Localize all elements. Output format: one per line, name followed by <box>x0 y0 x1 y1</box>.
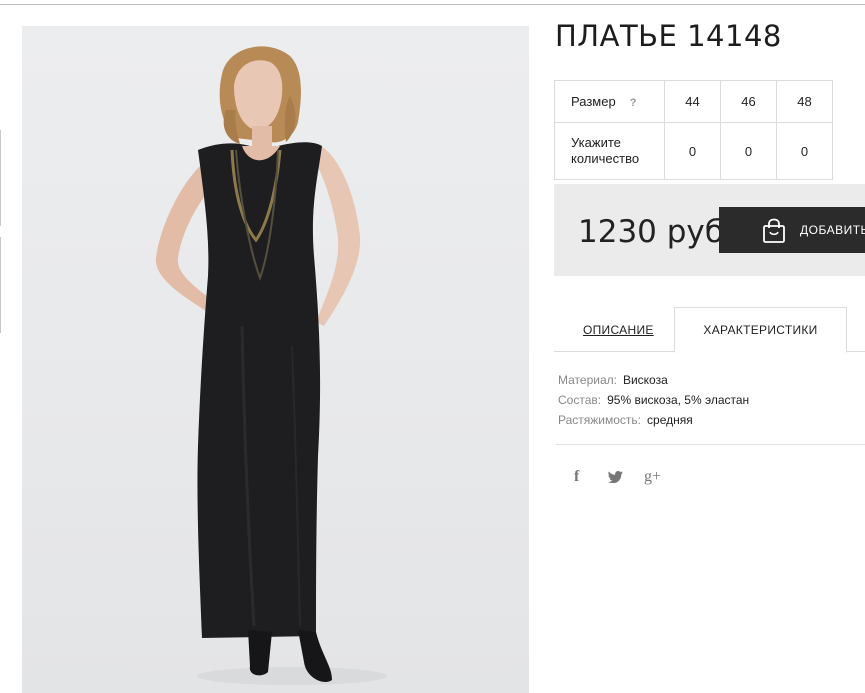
size-44: 44 <box>664 80 721 123</box>
tabs-baseline <box>554 351 675 352</box>
dress-model-image <box>155 46 387 685</box>
size-46: 46 <box>720 80 777 123</box>
spec-key: Материал: <box>558 373 617 387</box>
spec-row-composition: Состав: 95% вискоза, 5% эластан <box>558 390 749 410</box>
shopping-bag-icon <box>763 218 785 243</box>
spec-value: средняя <box>647 413 693 427</box>
spec-row-material: Материал: Вискоза <box>558 370 749 390</box>
price-panel: 1230 руб ДОБАВИТЬ <box>554 184 865 276</box>
tab-description[interactable]: ОПИСАНИЕ <box>583 323 654 337</box>
product-title: ПЛАТЬЕ 14148 <box>555 19 782 53</box>
add-to-cart-label: ДОБАВИТЬ <box>800 223 865 237</box>
product-price: 1230 руб <box>578 214 724 250</box>
help-icon[interactable]: ? <box>630 97 637 109</box>
twitter-icon[interactable] <box>608 471 623 483</box>
facebook-icon[interactable]: f <box>574 468 579 486</box>
google-plus-icon[interactable]: g+ <box>644 468 661 486</box>
top-divider <box>0 4 865 5</box>
quantity-input-44[interactable]: 0 <box>664 122 721 180</box>
characteristics-list: Материал: Вискоза Состав: 95% вискоза, 5% … <box>558 370 749 430</box>
left-edge-marker <box>0 130 1 226</box>
size-table: Размер? 44 46 48 Укажите количество 0 0 … <box>554 80 833 180</box>
spec-key: Растяжимость: <box>558 413 642 427</box>
add-to-cart-button[interactable]: ДОБАВИТЬ <box>719 207 865 253</box>
product-photo[interactable] <box>22 26 529 693</box>
quantity-input-46[interactable]: 0 <box>720 122 777 180</box>
section-divider <box>556 444 865 445</box>
left-edge-marker <box>0 237 1 333</box>
quantity-input-48[interactable]: 0 <box>776 122 833 180</box>
tab-characteristics[interactable]: ХАРАКТЕРИСТИКИ <box>674 307 847 353</box>
spec-key: Состав: <box>558 393 602 407</box>
spec-row-stretch: Растяжимость: средняя <box>558 410 749 430</box>
spec-value: 95% вискоза, 5% эластан <box>607 393 750 407</box>
size-label: Размер <box>571 94 616 109</box>
size-48: 48 <box>776 80 833 123</box>
spec-value: Вискоза <box>622 373 668 387</box>
tabs-baseline <box>846 351 865 352</box>
product-tabs: ОПИСАНИЕ ХАРАКТЕРИСТИКИ <box>554 307 865 353</box>
size-row-label: Размер? <box>554 80 665 123</box>
quantity-row-label: Укажите количество <box>554 122 665 180</box>
